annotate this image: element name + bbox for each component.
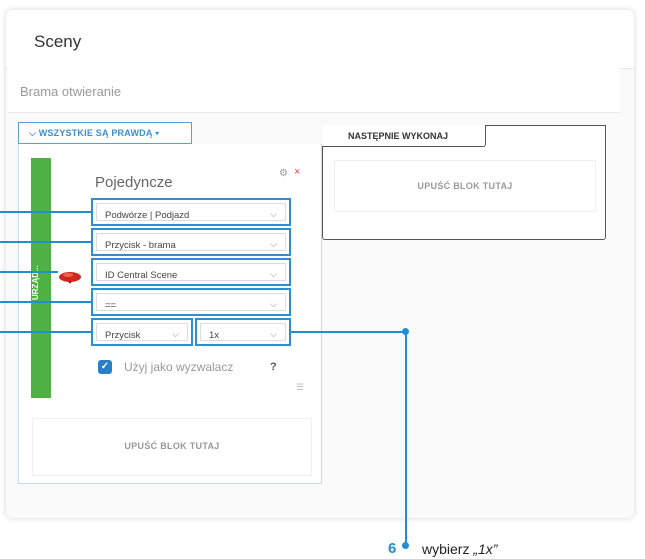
pointer-indicator-icon xyxy=(59,272,81,284)
room-select[interactable]: Podwórze | Podjazd ⌵ xyxy=(91,198,291,226)
event-type-select[interactable]: Przycisk ⌵ xyxy=(91,318,193,346)
chevron-down-icon: ⌵ xyxy=(270,209,277,219)
device-select[interactable]: Przycisk - brama ⌵ xyxy=(91,228,291,256)
trigger-checkbox-label: Użyj jako wyzwalacz xyxy=(124,360,234,374)
value-select-value: 1x xyxy=(209,330,220,341)
collapse-chevron-icon: ⌵ xyxy=(29,128,39,138)
operator-select-value: == xyxy=(105,300,117,311)
chevron-down-icon: ⌵ xyxy=(270,299,277,309)
device-block-label: URZĄD... xyxy=(31,265,40,300)
step-instruction: wybierz „1x” xyxy=(422,541,498,557)
then-block-tab: NASTĘPNIE WYKONAJ xyxy=(322,125,486,147)
page-title: Sceny xyxy=(34,32,82,51)
callout-dot xyxy=(402,542,409,549)
if-drop-zone-label: UPUŚĆ BLOK TUTAJ xyxy=(124,441,220,451)
close-icon[interactable]: × xyxy=(294,166,300,178)
help-icon[interactable]: ? xyxy=(270,361,277,373)
chevron-down-icon: ⌵ xyxy=(172,329,179,339)
device-select-value: Przycisk - brama xyxy=(105,240,176,251)
callout-line xyxy=(0,301,91,303)
callout-line xyxy=(405,332,407,546)
callout-line xyxy=(0,271,58,273)
panel-header: Sceny xyxy=(6,10,634,69)
event-type-select-value: Przycisk xyxy=(105,330,141,341)
callout-line xyxy=(0,241,91,243)
then-drop-zone[interactable]: UPUŚĆ BLOK TUTAJ xyxy=(334,160,596,212)
step-number: 6 xyxy=(388,540,397,557)
callout-line xyxy=(0,211,91,213)
value-select[interactable]: 1x ⌵ xyxy=(195,318,291,346)
if-condition-dropdown[interactable]: ⌵ WSZYSTKIE SĄ PRAWDĄ ▾ xyxy=(18,122,192,144)
callout-line xyxy=(0,331,91,333)
condition-card-title: Pojedyncze xyxy=(95,174,173,191)
resize-handle-icon[interactable]: ☰ xyxy=(296,382,304,393)
scene-name-text: Brama otwieranie xyxy=(20,84,122,99)
operator-select[interactable]: == ⌵ xyxy=(91,288,291,316)
chevron-down-icon: ⌵ xyxy=(270,329,277,339)
property-select[interactable]: ID Central Scene ⌵ xyxy=(91,258,291,286)
gear-icon[interactable]: ⚙ xyxy=(279,168,288,179)
chevron-down-icon: ⌵ xyxy=(270,269,277,279)
room-select-value: Podwórze | Podjazd xyxy=(105,210,190,221)
chevron-down-icon: ⌵ xyxy=(270,239,277,249)
then-drop-zone-label: UPUŚĆ BLOK TUTAJ xyxy=(417,181,513,191)
property-select-value: ID Central Scene xyxy=(105,270,178,281)
callout-line xyxy=(291,331,407,333)
scene-name-field[interactable]: Brama otwieranie xyxy=(8,68,620,113)
if-drop-zone[interactable]: UPUŚĆ BLOK TUTAJ xyxy=(32,418,312,476)
trigger-checkbox[interactable]: ✓ xyxy=(98,360,112,374)
then-block-label: NASTĘPNIE WYKONAJ xyxy=(348,131,449,141)
if-condition-label: ⌵ WSZYSTKIE SĄ PRAWDĄ ▾ xyxy=(29,128,160,138)
